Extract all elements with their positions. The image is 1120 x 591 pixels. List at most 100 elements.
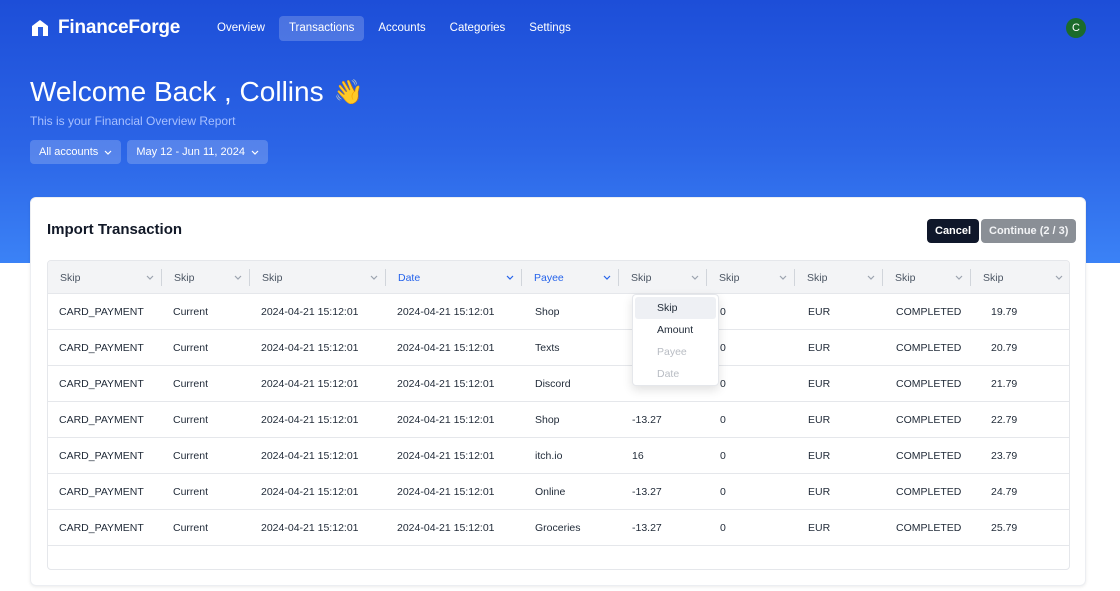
column-mapping-label: Skip — [631, 271, 652, 284]
column-divider — [970, 269, 971, 286]
chevron-down-icon — [104, 150, 112, 155]
import-title: Import Transaction — [47, 221, 183, 238]
table-cell: 0 — [720, 522, 726, 534]
table-cell: 0 — [720, 306, 726, 318]
app-name: FinanceForge — [58, 17, 181, 38]
table-cell: 0 — [720, 342, 726, 354]
column-divider — [161, 269, 162, 286]
column-divider — [249, 269, 250, 286]
account-filter-label: All accounts — [39, 146, 99, 158]
column-mapping-select[interactable]: Skip — [48, 261, 162, 294]
nav-overview[interactable]: Overview — [207, 16, 275, 41]
column-mapping-label: Payee — [534, 271, 564, 284]
welcome-heading: Welcome Back , Collins 👋 — [30, 76, 363, 108]
table-cell: Current — [173, 522, 209, 534]
chevron-down-icon — [1055, 275, 1063, 280]
table-cell: 0 — [720, 450, 726, 462]
import-table: Skip Skip Skip Date Payee Skip Skip Skip Skip Ski… — [47, 260, 1070, 570]
nav-accounts[interactable]: Accounts — [368, 16, 435, 41]
table-cell: 0 — [720, 378, 726, 390]
table-cell: EUR — [808, 486, 831, 498]
table-cell: EUR — [808, 450, 831, 462]
account-filter-select[interactable]: All accounts — [30, 140, 122, 164]
table-cell: -13.27 — [632, 522, 662, 534]
column-divider — [882, 269, 883, 286]
table-row: CARD_PAYMENT Current 2024-04-21 15:12:01 20… — [48, 294, 1069, 330]
table-cell: 19.79 — [991, 306, 1018, 318]
column-mapping-select[interactable]: Skip — [619, 261, 707, 294]
chevron-down-icon — [146, 275, 154, 280]
table-cell: 24.79 — [991, 486, 1018, 498]
table-cell: Current — [173, 306, 209, 318]
cancel-button[interactable]: Cancel — [927, 219, 980, 243]
table-cell: Online — [535, 486, 566, 498]
table-cell: COMPLETED — [896, 522, 962, 534]
date-range-select[interactable]: May 12 - Jun 11, 2024 — [127, 140, 268, 164]
column-mapping-select[interactable]: Skip — [162, 261, 250, 294]
table-cell: Discord — [535, 378, 571, 390]
chevron-down-icon — [603, 275, 611, 280]
table-cell: 2024-04-21 15:12:01 — [261, 414, 359, 426]
welcome-text: Welcome Back , Collins — [30, 76, 324, 107]
table-cell: COMPLETED — [896, 342, 962, 354]
table-cell: COMPLETED — [896, 378, 962, 390]
chevron-down-icon — [251, 150, 259, 155]
column-mapping-select[interactable]: Skip — [250, 261, 386, 294]
table-cell: Groceries — [535, 522, 581, 534]
table-cell: Current — [173, 342, 209, 354]
column-mapping-label: Skip — [983, 271, 1004, 284]
table-cell: 2024-04-21 15:12:01 — [397, 486, 495, 498]
table-cell: 22.79 — [991, 414, 1018, 426]
date-range-label: May 12 - Jun 11, 2024 — [136, 146, 245, 158]
table-cell: EUR — [808, 342, 831, 354]
table-cell: 2024-04-21 15:12:01 — [261, 486, 359, 498]
nav-settings[interactable]: Settings — [519, 16, 581, 41]
table-cell: EUR — [808, 414, 831, 426]
nav-transactions[interactable]: Transactions — [278, 16, 365, 41]
column-mapping-select[interactable]: Skip — [707, 261, 795, 294]
import-card: Import Transaction Cancel Continue (2 / … — [30, 197, 1086, 586]
table-cell: Current — [173, 486, 209, 498]
table-cell: 2024-04-21 15:12:01 — [397, 306, 495, 318]
column-divider — [521, 269, 522, 286]
dropdown-option-amount[interactable]: Amount — [635, 319, 716, 341]
table-cell: 0 — [720, 486, 726, 498]
table-cell: 2024-04-21 15:12:01 — [261, 342, 359, 354]
column-mapping-label: Skip — [719, 271, 740, 284]
chevron-down-icon — [955, 275, 963, 280]
table-header: Skip Skip Skip Date Payee Skip Skip Skip Skip Ski… — [48, 261, 1069, 294]
table-cell: Texts — [535, 342, 560, 354]
column-mapping-select[interactable]: Skip — [883, 261, 971, 294]
dropdown-option-date: Date — [657, 368, 680, 380]
table-row: CARD_PAYMENT Current 2024-04-21 15:12:01 20… — [48, 330, 1069, 366]
column-mapping-select[interactable]: Skip — [795, 261, 883, 294]
column-mapping-select[interactable]: Payee — [522, 261, 619, 294]
top-nav: FinanceForge Overview Transactions Accou… — [0, 0, 1120, 56]
column-mapping-label: Skip — [895, 271, 916, 284]
table-cell: 23.79 — [991, 450, 1018, 462]
table-cell: 2024-04-21 15:12:01 — [261, 378, 359, 390]
table-cell: 16 — [632, 450, 644, 462]
column-mapping-select[interactable]: Date — [386, 261, 522, 294]
chevron-down-icon — [370, 275, 378, 280]
continue-button[interactable]: Continue (2 / 3) — [981, 219, 1077, 243]
column-mapping-label: Skip — [262, 271, 283, 284]
dropdown-option-skip[interactable]: Skip — [635, 297, 716, 319]
table-cell: 2024-04-21 15:12:01 — [397, 378, 495, 390]
chevron-down-icon — [867, 275, 875, 280]
nav-categories[interactable]: Categories — [440, 16, 516, 41]
logo[interactable]: FinanceForge — [30, 17, 180, 39]
table-cell: Current — [173, 414, 209, 426]
welcome-subtitle: This is your Financial Overview Report — [30, 114, 236, 128]
table-cell: Current — [173, 450, 209, 462]
user-avatar[interactable]: C — [1066, 18, 1086, 38]
chevron-down-icon — [506, 275, 514, 280]
table-cell: 2024-04-21 15:12:01 — [397, 522, 495, 534]
column-mapping-select[interactable]: Skip — [971, 261, 1069, 294]
table-cell: COMPLETED — [896, 414, 962, 426]
table-cell: CARD_PAYMENT — [59, 450, 144, 462]
column-divider — [706, 269, 707, 286]
chevron-down-icon — [234, 275, 242, 280]
column-divider — [794, 269, 795, 286]
table-cell: 20.79 — [991, 342, 1018, 354]
